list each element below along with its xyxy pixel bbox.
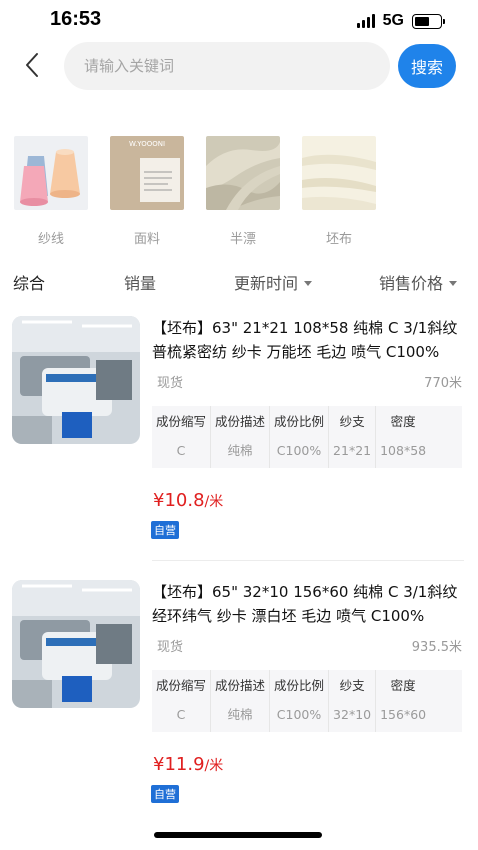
back-button[interactable]	[18, 50, 46, 80]
sort-label: 销售价格	[379, 274, 444, 293]
caret-down-icon	[449, 280, 458, 286]
home-indicator[interactable]	[154, 832, 322, 838]
fabric-label-image: W.YOOONI	[110, 136, 184, 210]
spec-header: 纱支	[339, 414, 365, 429]
category-yarn[interactable]: 纱线	[13, 136, 89, 247]
stock-status: 现货	[157, 640, 184, 655]
grey-cloth-image	[302, 136, 376, 210]
spec-table: 成份缩写 C 成份描述纯棉 成份比例 C100% 纱支 32*10 密度 156*60	[152, 670, 462, 732]
spec-header: 成份比例	[274, 414, 325, 429]
category-row: 纱线 W.YOOONI 面料 半漂 坯布	[0, 136, 478, 247]
sort-bar: 综合 销量 更新时间 销售价格	[0, 266, 478, 296]
self-operated-badge: 自营	[151, 521, 179, 539]
sort-price[interactable]: 销售价格	[379, 270, 458, 294]
spec-header: 密度	[390, 678, 416, 693]
spec-value: 32*10	[333, 707, 372, 722]
yarn-cones-image	[14, 136, 88, 210]
sort-label: 销量	[124, 274, 157, 293]
network-type: 5G	[382, 12, 404, 29]
spec-column: 成份缩写 C	[152, 406, 210, 468]
product-price: ¥10.8/米	[153, 490, 223, 511]
spec-header: 成份描述	[215, 678, 266, 693]
self-operated-badge: 自营	[151, 785, 179, 803]
spec-value: C100%	[276, 707, 322, 722]
status-time: 16:53	[50, 8, 102, 30]
spec-value: 108*58	[380, 443, 427, 458]
sort-label: 综合	[13, 274, 46, 293]
category-fabric[interactable]: W.YOOONI 面料	[109, 136, 185, 247]
search-input[interactable]	[84, 57, 390, 75]
fabric-thumb-text: W.YOOONI	[129, 140, 165, 148]
sort-label: 更新时间	[234, 274, 299, 293]
price-value: ¥10.8	[153, 490, 205, 511]
half-bleached-cloth-image	[206, 136, 280, 210]
signal-icon	[356, 14, 375, 28]
spec-table: 成份缩写 C 成份描述纯棉 成份比例 C100% 纱支 21*21 密度 108*58	[152, 406, 462, 468]
spec-value: C100%	[276, 443, 322, 458]
spec-column: 纱支 32*10	[328, 670, 375, 732]
sort-updated-time[interactable]: 更新时间	[234, 270, 313, 294]
spec-column: 密度 108*58	[375, 406, 430, 468]
price-unit: /米	[204, 494, 224, 510]
spec-header: 成份比例	[274, 678, 325, 693]
product-price: ¥11.9/米	[153, 754, 223, 775]
spec-header: 密度	[390, 414, 416, 429]
category-label: 半漂	[229, 232, 256, 247]
category-label: 面料	[133, 232, 160, 247]
product-image	[12, 580, 140, 708]
status-bar: 16:53 5G	[0, 0, 478, 40]
sort-sales[interactable]: 销量	[124, 270, 156, 294]
price-value: ¥11.9	[153, 754, 205, 775]
chevron-left-icon	[26, 53, 38, 77]
spec-column: 成份缩写 C	[152, 670, 210, 732]
caret-down-icon	[304, 280, 313, 286]
stock-status: 现货	[157, 376, 184, 391]
spec-value: 21*21	[333, 443, 372, 458]
spec-header: 成份缩写	[156, 678, 207, 693]
spec-header: 纱支	[339, 678, 365, 693]
stock-quantity: 935.5米	[411, 640, 462, 655]
search-button[interactable]: 搜索	[398, 44, 456, 88]
spec-column: 成份描述 纯棉	[210, 406, 269, 468]
spec-value: 156*60	[380, 707, 427, 722]
spec-column: 成份比例 C100%	[269, 670, 328, 732]
spec-column: 密度 156*60	[375, 670, 430, 732]
category-grey-cloth[interactable]: 坯布	[301, 136, 377, 247]
spec-value: C	[176, 443, 186, 458]
divider	[152, 560, 464, 561]
product-title: 【坯布】63" 21*21 108*58 纯棉 C 3/1斜纹 普梳紧密纺 纱卡…	[152, 319, 458, 361]
spec-value: C	[176, 707, 186, 722]
battery-icon	[412, 13, 445, 29]
spec-value: 纯棉	[227, 707, 253, 722]
price-unit: /米	[204, 758, 224, 774]
spec-header: 成份描述	[215, 414, 266, 429]
category-half-bleached[interactable]: 半漂	[205, 136, 281, 247]
spec-header: 成份缩写	[156, 414, 207, 429]
product-title: 【坯布】65" 32*10 156*60 纯棉 C 3/1斜纹 经环纬气 纱卡 …	[152, 583, 458, 625]
spec-column: 纱支 21*21	[328, 406, 375, 468]
product-image	[12, 316, 140, 444]
spec-value: 纯棉	[227, 443, 253, 458]
category-label: 纱线	[37, 232, 64, 247]
spec-column: 成份比例 C100%	[269, 406, 328, 468]
status-indicators: 5G	[356, 12, 445, 30]
stock-quantity: 770米	[424, 376, 462, 391]
spec-column: 成份描述 纯棉	[210, 670, 269, 732]
sort-comprehensive[interactable]: 综合	[13, 270, 45, 294]
search-box[interactable]	[64, 42, 390, 90]
category-label: 坯布	[325, 232, 352, 247]
